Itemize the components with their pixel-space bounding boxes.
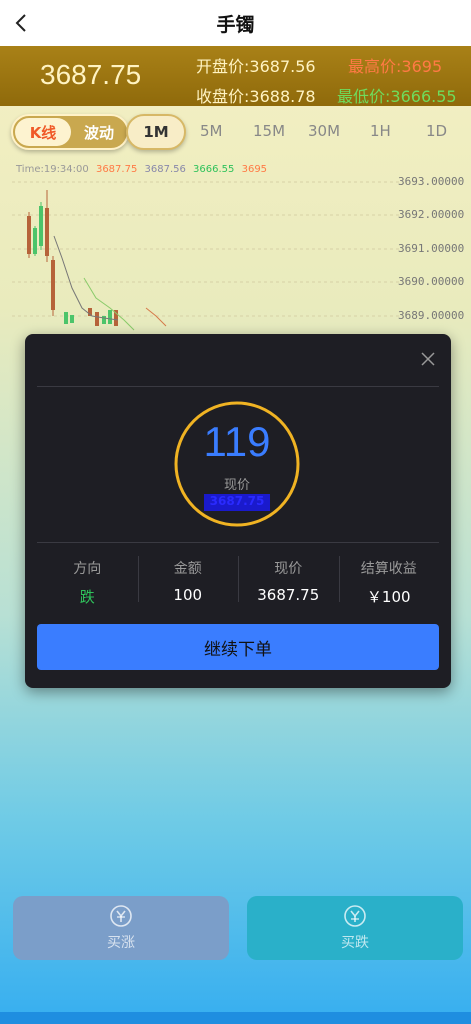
current-price-value: 3687.75 bbox=[204, 494, 270, 511]
low-price-value: 3666.55 bbox=[390, 87, 457, 106]
buy-down-button[interactable]: 买跌 bbox=[247, 896, 463, 960]
low-price: 最低价:3666.55 bbox=[337, 83, 457, 107]
tab-timeframe-15m[interactable]: 15M bbox=[253, 122, 285, 140]
y-tick: 3692.00000 bbox=[398, 208, 464, 221]
profit-label: 结算收益 bbox=[360, 561, 417, 577]
countdown-ring: 119 现价 3687.75 bbox=[173, 400, 301, 528]
open-price-label: 开盘价: bbox=[196, 57, 250, 76]
order-result-modal: 119 现价 3687.75 方向 跌 金额 100 现价 3687.75 结算… bbox=[25, 334, 451, 688]
high-price-value: 3695 bbox=[401, 57, 443, 76]
tab-timeframe-1m[interactable]: 1M bbox=[126, 114, 186, 150]
bottom-strip bbox=[0, 1012, 471, 1024]
close-price: 收盘价:3688.78 bbox=[196, 83, 316, 107]
y-tick: 3690.00000 bbox=[398, 275, 464, 288]
yuan-coin-up-icon bbox=[110, 905, 132, 927]
open-price-value: 3687.56 bbox=[249, 57, 316, 76]
amount-value: 100 bbox=[173, 586, 203, 604]
ma-line-tertiary bbox=[145, 307, 167, 327]
high-price: 最高价:3695 bbox=[348, 53, 442, 77]
y-tick: 3691.00000 bbox=[398, 242, 464, 255]
chevron-left-icon bbox=[15, 14, 26, 32]
price-summary-bar: 3687.75 开盘价:3687.56 最高价:3695 收盘价:3688.78… bbox=[0, 46, 471, 106]
price-label: 现价 bbox=[274, 561, 303, 577]
price-cell: 现价 3687.75 bbox=[238, 554, 339, 604]
tab-wave[interactable]: 波动 bbox=[73, 118, 125, 146]
countdown-value: 119 bbox=[203, 418, 271, 465]
direction-label: 方向 bbox=[73, 561, 102, 577]
amount-label: 金额 bbox=[173, 561, 202, 577]
buy-up-button[interactable]: 买涨 bbox=[13, 896, 229, 960]
tab-timeframe-5m[interactable]: 5M bbox=[200, 122, 223, 140]
direction-cell: 方向 跌 bbox=[37, 554, 138, 606]
y-tick: 3693.00000 bbox=[398, 175, 464, 188]
buy-down-label: 买跌 bbox=[341, 935, 369, 951]
chart-tabs: K线 波动 1M 5M 15M 30M 1H 1D bbox=[0, 112, 471, 152]
buy-up-label: 买涨 bbox=[107, 935, 135, 951]
candles bbox=[27, 190, 118, 326]
tab-timeframe-30m[interactable]: 30M bbox=[308, 122, 340, 140]
order-info: 方向 跌 金额 100 现价 3687.75 结算收益 ￥100 bbox=[37, 554, 440, 606]
top-bar: 手镯 bbox=[0, 0, 471, 46]
tab-kline[interactable]: K线 bbox=[15, 118, 71, 146]
profit-cell: 结算收益 ￥100 bbox=[338, 554, 440, 606]
tab-timeframe-1d[interactable]: 1D bbox=[426, 122, 447, 140]
current-price: 3687.75 bbox=[40, 59, 142, 90]
continue-order-button[interactable]: 继续下单 bbox=[37, 624, 439, 670]
price-value: 3687.75 bbox=[257, 586, 320, 604]
page-title: 手镯 bbox=[216, 13, 255, 36]
back-button[interactable] bbox=[6, 8, 36, 38]
close-icon[interactable] bbox=[419, 350, 437, 368]
direction-value: 跌 bbox=[79, 588, 95, 606]
current-price-label: 现价 bbox=[223, 478, 250, 493]
profit-value: ￥100 bbox=[366, 588, 411, 606]
open-price: 开盘价:3687.56 bbox=[196, 53, 316, 77]
high-price-label: 最高价: bbox=[348, 57, 402, 76]
yuan-coin-down-icon bbox=[344, 905, 366, 927]
modal-divider bbox=[37, 542, 439, 543]
close-price-value: 3688.78 bbox=[249, 87, 316, 106]
y-tick: 3689.00000 bbox=[398, 309, 464, 322]
low-price-label: 最低价: bbox=[337, 87, 391, 106]
amount-cell: 金额 100 bbox=[137, 554, 239, 604]
tab-timeframe-1h[interactable]: 1H bbox=[370, 122, 391, 140]
chart-mode-toggle: K线 波动 bbox=[11, 114, 129, 150]
modal-divider bbox=[37, 386, 439, 387]
close-price-label: 收盘价: bbox=[196, 87, 250, 106]
